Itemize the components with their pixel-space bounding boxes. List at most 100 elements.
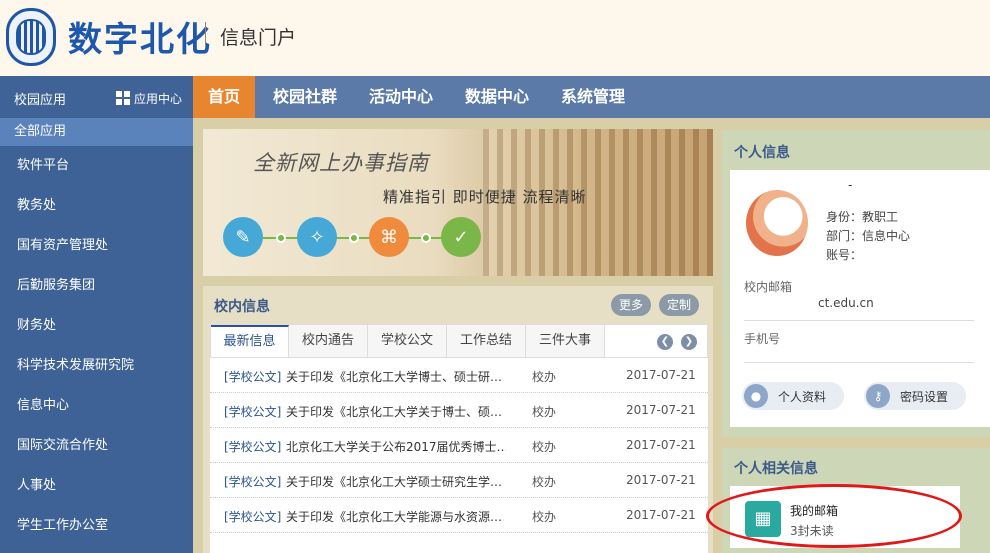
- sidebar-item-info-center[interactable]: 信息中心: [0, 386, 193, 426]
- news-title[interactable]: 关于印发《北京化工大学能源与水资源…: [286, 508, 506, 525]
- nav-campus-community[interactable]: 校园社群: [258, 76, 352, 118]
- check-icon: ✓: [441, 217, 481, 257]
- user-icon: ●: [744, 384, 768, 408]
- related-info-panel: 个人相关信息 ▦ 我的邮箱 3封未读: [722, 448, 990, 553]
- phone-label: 手机号: [744, 332, 781, 346]
- news-tabs: 最新信息 校内通告 学校公文 工作总结 三件大事 ❮ ❯: [210, 324, 708, 358]
- related-info-title: 个人相关信息: [734, 461, 818, 477]
- user-name: -: [848, 178, 853, 192]
- portal-subtitle: 信息门户: [220, 27, 297, 49]
- news-row[interactable]: [学校公文] 关于印发《北京化工大学硕士研究生学… 校办 2017-07-21: [210, 463, 708, 498]
- edit-icon: ✎: [223, 217, 263, 257]
- news-row[interactable]: [学校公文] 关于印发《北京化工大学博士、硕士研… 校办 2017-07-21: [210, 358, 708, 393]
- tab-notices[interactable]: 校内通告: [289, 325, 368, 357]
- news-source: 校办: [532, 510, 557, 524]
- news-date: 2017-07-21: [626, 368, 696, 382]
- prev-arrow-icon[interactable]: ❮: [657, 334, 673, 350]
- sidebar-item-hr[interactable]: 人事处: [0, 466, 193, 506]
- news-row[interactable]: [学校公文] 关于印发《北京化工大学关于博士、硕… 校办 2017-07-21: [210, 393, 708, 428]
- news-title[interactable]: 关于印发《北京化工大学博士、硕士研…: [286, 368, 506, 385]
- user-department: 部门：信息中心: [826, 229, 911, 243]
- app-center-link[interactable]: 应用中心: [134, 90, 182, 107]
- news-source: 校办: [532, 440, 557, 454]
- user-account: 账号：: [826, 248, 863, 262]
- news-date: 2017-07-21: [626, 403, 696, 417]
- tab-three-events[interactable]: 三件大事: [526, 325, 605, 357]
- divider: [744, 320, 974, 321]
- news-row[interactable]: [学校公文] 关于印发《北京化工大学能源与水资源… 校办 2017-07-21: [210, 498, 708, 533]
- key-icon: ⚷: [866, 384, 890, 408]
- email-value: ct.edu.cn: [818, 296, 874, 310]
- tab-latest[interactable]: 最新信息: [211, 325, 289, 357]
- nav-system-management[interactable]: 系统管理: [546, 76, 640, 118]
- book-icon: ▦: [745, 501, 781, 537]
- banner-subtitle: 精准指引 即时便捷 流程清晰: [383, 188, 587, 206]
- sidebar-item-science-tech[interactable]: 科学技术发展研究院: [0, 346, 193, 386]
- news-category[interactable]: [学校公文]: [224, 403, 281, 420]
- news-source: 校办: [532, 475, 557, 489]
- next-arrow-icon[interactable]: ❯: [681, 334, 697, 350]
- news-category[interactable]: [学校公文]: [224, 473, 281, 490]
- user-identity: 身份：教职工: [826, 210, 899, 224]
- tab-documents[interactable]: 学校公文: [368, 325, 447, 357]
- news-category[interactable]: [学校公文]: [224, 368, 281, 385]
- mailbox-title[interactable]: 我的邮箱: [790, 502, 838, 519]
- sidebar-item-international[interactable]: 国际交流合作处: [0, 426, 193, 466]
- sidebar-item-finance[interactable]: 财务处: [0, 306, 193, 346]
- password-button[interactable]: ⚷ 密码设置: [864, 382, 966, 410]
- tab-summaries[interactable]: 工作总结: [447, 325, 526, 357]
- news-date: 2017-07-21: [626, 473, 696, 487]
- news-category[interactable]: [学校公文]: [224, 508, 281, 525]
- sidebar: 全部应用 软件平台 教务处 国有资产管理处 后勤服务集团 财务处 科学技术发展研…: [0, 118, 193, 553]
- top-nav: 校园应用 应用中心 首页 校园社群 活动中心 数据中心 系统管理: [0, 76, 990, 118]
- news-date: 2017-07-21: [626, 508, 696, 522]
- nav-activity-center[interactable]: 活动中心: [354, 76, 448, 118]
- customize-button[interactable]: 定制: [659, 294, 700, 316]
- sidebar-item-student-affairs[interactable]: 学生工作办公室: [0, 506, 193, 546]
- sidebar-item-software-platform[interactable]: 软件平台: [0, 146, 193, 186]
- step-dot: [276, 233, 286, 243]
- university-seal-logo[interactable]: [6, 8, 56, 66]
- personal-info-panel: 个人信息 - 身份：教职工 部门：信息中心 账号： 校内邮箱 ct.edu.cn…: [722, 130, 990, 437]
- sidebar-header: 校园应用 应用中心: [0, 76, 193, 118]
- unread-count: 3封未读: [790, 524, 834, 538]
- banner-title: 全新网上办事指南: [253, 151, 429, 175]
- news-row[interactable]: [学校公文] 北京化工大学关于公布2017届优秀博士… 校办 2017-07-2…: [210, 428, 708, 463]
- app-grid-icon[interactable]: [116, 91, 130, 105]
- password-button-label: 密码设置: [900, 390, 949, 404]
- nav-home[interactable]: 首页: [193, 76, 255, 118]
- mailbox-card[interactable]: ▦ 我的邮箱 3封未读: [730, 486, 960, 548]
- profile-button-label: 个人资料: [778, 390, 827, 404]
- step-dot: [349, 233, 359, 243]
- news-title[interactable]: 北京化工大学关于公布2017届优秀博士…: [286, 438, 506, 455]
- header: 数字北化 信息门户: [0, 0, 990, 76]
- guide-banner[interactable]: 全新网上办事指南 精准指引 即时便捷 流程清晰 ✎ ✧ ⌘ ✓: [203, 129, 713, 276]
- news-list: [学校公文] 关于印发《北京化工大学博士、硕士研… 校办 2017-07-21 …: [210, 358, 708, 553]
- personal-info-title: 个人信息: [734, 145, 790, 161]
- news-source: 校办: [532, 370, 557, 384]
- brand-divider: [205, 22, 206, 48]
- sidebar-item-logistics[interactable]: 后勤服务集团: [0, 266, 193, 306]
- avatar[interactable]: [746, 190, 808, 256]
- news-title[interactable]: 关于印发《北京化工大学硕士研究生学…: [286, 473, 506, 490]
- personal-info-card: - 身份：教职工 部门：信息中心 账号： 校内邮箱 ct.edu.cn 手机号 …: [730, 170, 990, 427]
- sidebar-item-academic-affairs[interactable]: 教务处: [0, 186, 193, 226]
- step-dot: [421, 233, 431, 243]
- banner-step-line: [263, 237, 463, 239]
- profile-button[interactable]: ● 个人资料: [742, 382, 844, 410]
- compass-icon: ✧: [297, 217, 337, 257]
- news-source: 校办: [532, 405, 557, 419]
- more-button[interactable]: 更多: [611, 294, 652, 316]
- nav-data-center[interactable]: 数据中心: [450, 76, 544, 118]
- flow-icon: ⌘: [369, 217, 409, 257]
- campus-info-panel: 校内信息 更多 定制 最新信息 校内通告 学校公文 工作总结 三件大事 ❮ ❯ …: [203, 286, 713, 553]
- sidebar-all-apps[interactable]: 全部应用: [0, 118, 193, 146]
- brand-title[interactable]: 数字北化: [68, 12, 212, 61]
- news-title[interactable]: 关于印发《北京化工大学关于博士、硕…: [286, 403, 506, 420]
- campus-apps-title: 校园应用: [14, 93, 67, 108]
- news-category[interactable]: [学校公文]: [224, 438, 281, 455]
- divider: [744, 362, 974, 363]
- email-label: 校内邮箱: [744, 280, 793, 294]
- news-date: 2017-07-21: [626, 438, 696, 452]
- sidebar-item-state-assets[interactable]: 国有资产管理处: [0, 226, 193, 266]
